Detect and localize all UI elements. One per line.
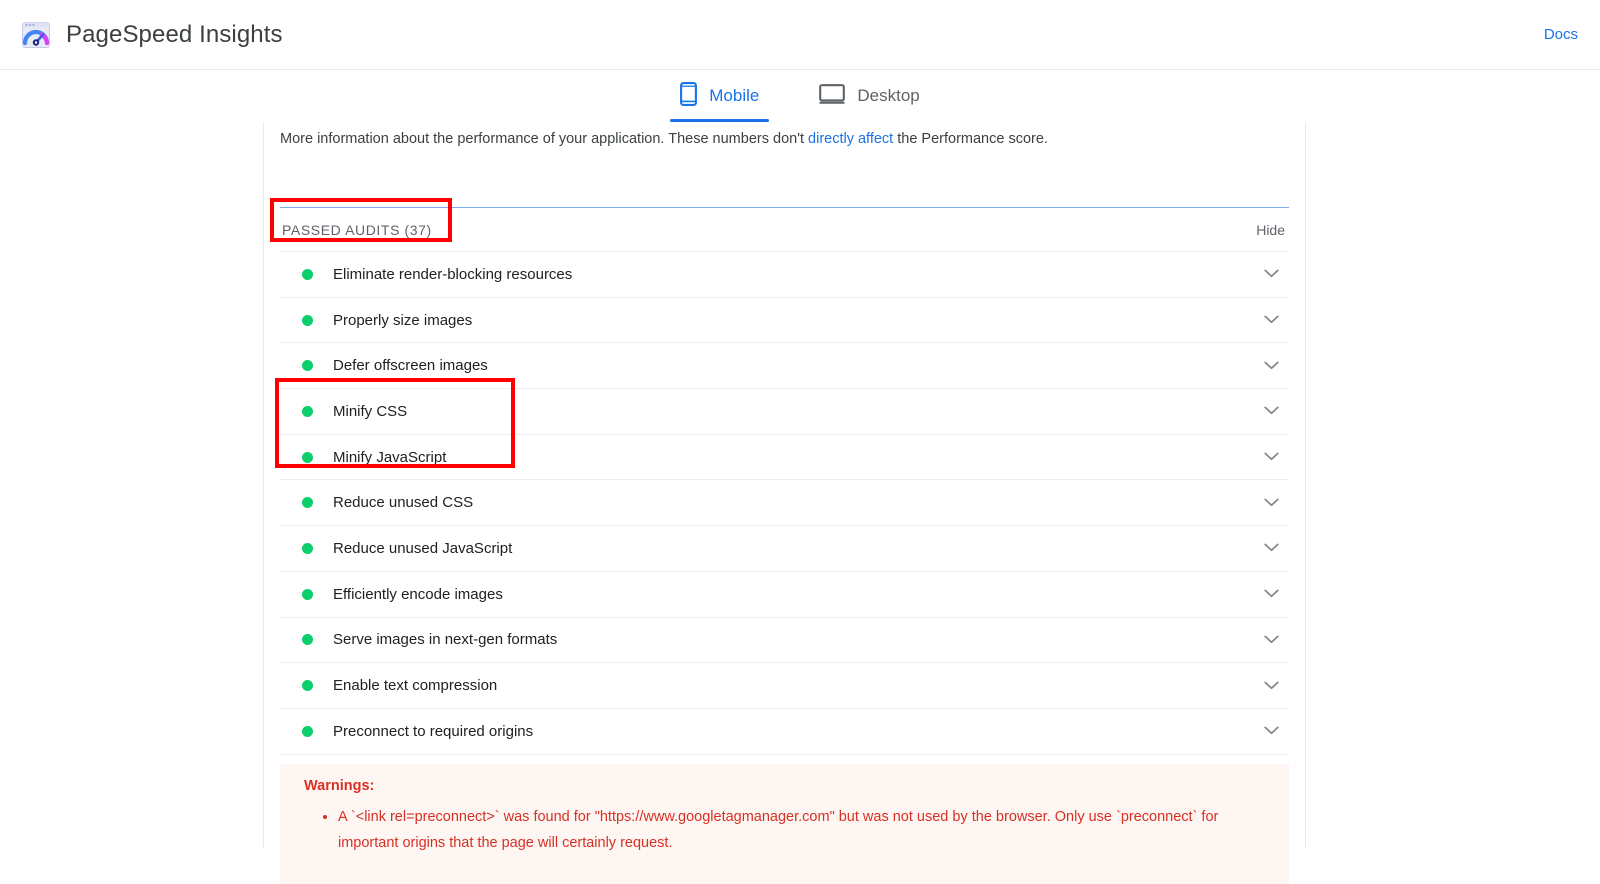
- chevron-down-icon[interactable]: [1264, 722, 1279, 740]
- diagnostics-intro: More information about the performance o…: [280, 122, 1289, 149]
- pass-status-dot-icon: [302, 634, 313, 646]
- audit-label: Reduce unused CSS: [333, 494, 474, 512]
- warnings-panel: Warnings: A `<link rel=preconnect>` was …: [280, 763, 1289, 884]
- audit-row[interactable]: Defer offscreen images: [280, 343, 1289, 390]
- audit-label: Preconnect to required origins: [333, 722, 534, 740]
- header-actions: Docs: [1544, 26, 1578, 43]
- pass-status-dot-icon: [302, 451, 313, 463]
- audit-row[interactable]: Serve images in next-gen formats: [280, 618, 1289, 664]
- chevron-down-icon[interactable]: [1264, 448, 1279, 466]
- audit-label: Efficiently encode images: [333, 585, 503, 603]
- pass-status-dot-icon: [302, 360, 313, 372]
- mobile-phone-icon: [680, 81, 698, 111]
- pass-status-dot-icon: [302, 588, 313, 600]
- audit-row[interactable]: Preconnect to required origins: [280, 709, 1289, 755]
- audit-label: Properly size images: [333, 311, 473, 329]
- audit-row[interactable]: Reduce unused JavaScript: [280, 526, 1289, 572]
- pass-status-dot-icon: [302, 405, 313, 417]
- chevron-down-icon[interactable]: [1264, 402, 1279, 420]
- audit-label: Reduce unused JavaScript: [333, 539, 513, 557]
- audit-row[interactable]: Eliminate render-blocking resources: [280, 252, 1289, 298]
- warnings-list: A `<link rel=preconnect>` was found for …: [304, 804, 1265, 856]
- hide-toggle-button[interactable]: Hide: [1256, 222, 1289, 238]
- report-card: More information about the performance o…: [263, 122, 1306, 884]
- pass-status-dot-icon: [302, 497, 313, 509]
- directly-affect-link[interactable]: directly affect: [808, 131, 893, 147]
- chevron-down-icon[interactable]: [1264, 585, 1279, 603]
- chevron-down-icon[interactable]: [1264, 265, 1279, 283]
- chevron-down-icon[interactable]: [1264, 311, 1279, 329]
- brand[interactable]: PageSpeed Insights: [20, 19, 283, 51]
- audit-row-minify-css[interactable]: Minify CSS: [280, 389, 1289, 435]
- audit-label: Serve images in next-gen formats: [333, 631, 558, 649]
- tab-desktop-label: Desktop: [857, 86, 920, 105]
- tab-mobile-label: Mobile: [709, 86, 760, 105]
- passed-audits-list: Eliminate render-blocking resources Prop…: [280, 252, 1289, 755]
- app-header: PageSpeed Insights Docs: [0, 0, 1600, 70]
- chevron-down-icon[interactable]: [1264, 357, 1279, 375]
- audit-label: Eliminate render-blocking resources: [333, 265, 573, 283]
- audit-label: Minify CSS: [333, 402, 408, 420]
- desktop-monitor-icon: [819, 83, 846, 110]
- pagespeed-insights-logo-icon: [20, 19, 52, 51]
- passed-audits-header: PASSED AUDITS (37) Hide: [280, 208, 1289, 252]
- pass-status-dot-icon: [302, 725, 313, 737]
- warnings-title: Warnings:: [304, 777, 375, 794]
- audit-row[interactable]: Reduce unused CSS: [280, 480, 1289, 527]
- chevron-down-icon[interactable]: [1264, 494, 1279, 512]
- audit-row[interactable]: Properly size images: [280, 298, 1289, 344]
- tab-mobile[interactable]: Mobile: [670, 70, 770, 122]
- audit-row-minify-javascript[interactable]: Minify JavaScript: [280, 435, 1289, 481]
- audit-label: Enable text compression: [333, 677, 498, 695]
- app-title: PageSpeed Insights: [66, 20, 283, 48]
- audit-label: Minify JavaScript: [333, 448, 447, 466]
- pass-status-dot-icon: [302, 268, 313, 280]
- docs-link[interactable]: Docs: [1544, 26, 1578, 43]
- chevron-down-icon[interactable]: [1264, 631, 1279, 649]
- chevron-down-icon[interactable]: [1264, 539, 1279, 557]
- device-tabs: Mobile Desktop: [0, 70, 1600, 122]
- warning-item: A `<link rel=preconnect>` was found for …: [338, 804, 1265, 856]
- tab-desktop[interactable]: Desktop: [809, 70, 929, 122]
- audit-row[interactable]: Efficiently encode images: [280, 572, 1289, 618]
- audit-label: Defer offscreen images: [333, 357, 488, 375]
- pass-status-dot-icon: [302, 680, 313, 692]
- chevron-down-icon[interactable]: [1264, 677, 1279, 695]
- audit-row[interactable]: Enable text compression: [280, 663, 1289, 709]
- pass-status-dot-icon: [302, 314, 313, 326]
- intro-text-before: More information about the performance o…: [280, 131, 809, 147]
- intro-text-after: the Performance score.: [893, 131, 1048, 147]
- passed-audits-title[interactable]: PASSED AUDITS (37): [280, 222, 432, 238]
- pass-status-dot-icon: [302, 542, 313, 554]
